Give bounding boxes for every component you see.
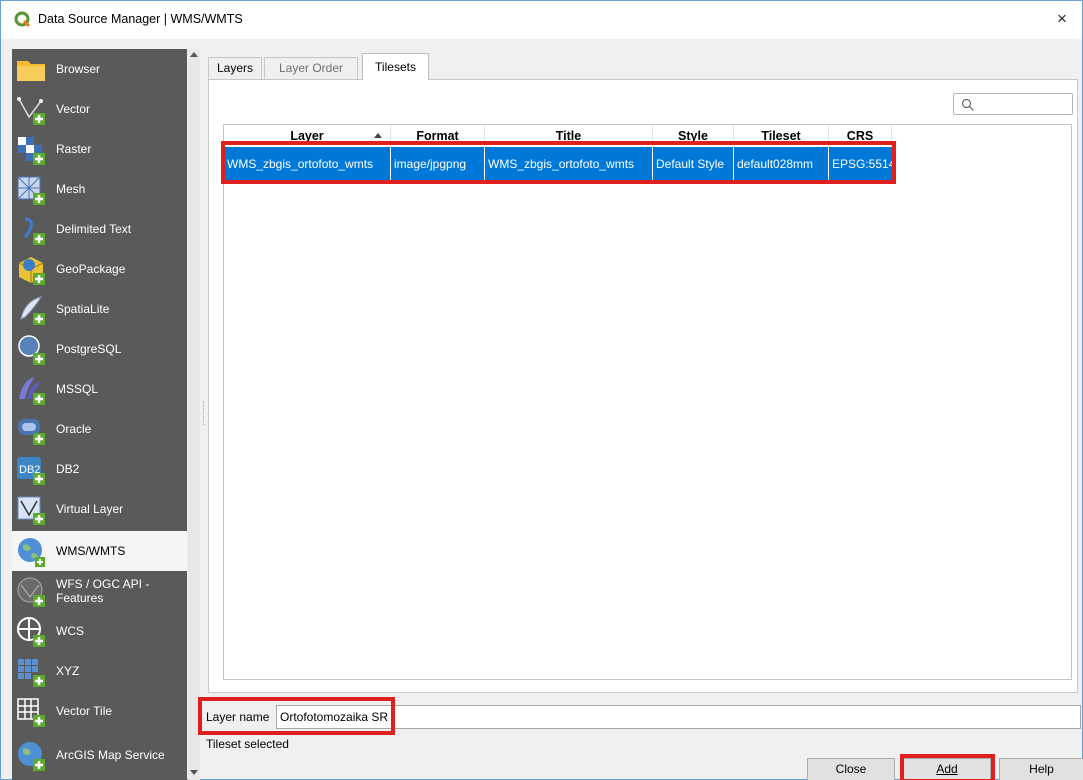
sidebar-item-label: Vector Tile: [56, 704, 113, 718]
sidebar-item-xyz[interactable]: XYZ: [12, 651, 187, 691]
mssql-icon: [15, 373, 47, 405]
cell-tileset: default028mm: [734, 147, 829, 181]
xyz-grid-icon: [15, 655, 47, 687]
wcs-globe-icon: [15, 615, 47, 647]
sidebar-item-label: Mesh: [56, 182, 86, 196]
add-button-label: Add: [936, 762, 958, 776]
sidebar-item-label: Delimited Text: [56, 222, 132, 236]
sidebar-item-label: PostgreSQL: [56, 342, 122, 356]
cell-layer: WMS_zbgis_ortofoto_wmts: [224, 147, 391, 181]
qgis-logo-icon: [14, 11, 31, 28]
sidebar-scrollbar[interactable]: [188, 49, 200, 780]
data-source-manager-window: Data Source Manager | WMS/WMTS × Browser…: [0, 0, 1083, 780]
wms-globe-icon: [15, 535, 47, 567]
sidebar-item-spatialite[interactable]: SpatiaLite: [12, 289, 187, 329]
geopackage-icon: [15, 253, 47, 285]
sidebar-item-label: WMS/WMTS: [56, 544, 126, 558]
cell-format: image/jpgpng: [391, 147, 485, 181]
raster-icon: [15, 133, 47, 165]
sidebar-item-label: Raster: [56, 142, 92, 156]
sidebar-item-wms-wmts[interactable]: WMS/WMTS: [12, 531, 187, 571]
cell-style: Default Style: [653, 147, 734, 181]
sidebar-item-vector[interactable]: Vector: [12, 89, 187, 129]
sidebar-item-arcgis[interactable]: ArcGIS Map Service: [12, 735, 187, 775]
close-button[interactable]: Close: [807, 758, 895, 780]
sidebar-item-label: WCS: [56, 624, 84, 638]
sidebar-item-delimited-text[interactable]: Delimited Text: [12, 209, 187, 249]
column-header-style[interactable]: Style: [653, 125, 734, 147]
window-title: Data Source Manager | WMS/WMTS: [38, 12, 243, 26]
table-header: Layer Format Title Style Tileset CRS: [224, 125, 1071, 147]
add-button[interactable]: Add: [903, 758, 991, 780]
sidebar-item-browser[interactable]: Browser: [12, 49, 187, 89]
sidebar-item-label: DB2: [56, 462, 80, 476]
cell-title: WMS_zbgis_ortofoto_wmts: [485, 147, 653, 181]
sidebar-item-oracle[interactable]: Oracle: [12, 409, 187, 449]
help-button[interactable]: Help: [999, 758, 1083, 780]
tilesets-table[interactable]: Layer Format Title Style Tileset CRS WMS…: [223, 124, 1072, 680]
table-row-selected[interactable]: WMS_zbgis_ortofoto_wmts image/jpgpng WMS…: [224, 147, 892, 181]
vector-tile-grid-icon: [15, 695, 47, 727]
vector-icon: [15, 93, 47, 125]
sidebar-item-label: Virtual Layer: [56, 502, 124, 516]
scroll-down-arrow-icon[interactable]: [190, 770, 198, 775]
mesh-icon: [15, 173, 47, 205]
column-header-layer[interactable]: Layer: [224, 125, 391, 147]
tilesets-panel: Layer Format Title Style Tileset CRS WMS…: [208, 79, 1078, 693]
sidebar-item-label: Oracle: [56, 422, 92, 436]
sidebar-item-label: Browser: [56, 62, 101, 76]
sidebar-item-label: SpatiaLite: [56, 302, 110, 316]
spatialite-icon: [15, 293, 47, 325]
tab-tilesets[interactable]: Tilesets: [362, 53, 429, 80]
wfs-globe-icon: [15, 575, 47, 607]
sidebar-item-label: Vector: [56, 102, 91, 116]
sidebar-item-mesh[interactable]: Mesh: [12, 169, 187, 209]
virtual-layer-icon: [15, 493, 47, 525]
tab-layers[interactable]: Layers: [208, 57, 262, 80]
oracle-icon: [15, 413, 47, 445]
column-header-format[interactable]: Format: [391, 125, 485, 147]
arcgis-globe-icon: [15, 739, 47, 771]
sidebar-item-raster[interactable]: Raster: [12, 129, 187, 169]
sidebar-item-mssql[interactable]: MSSQL: [12, 369, 187, 409]
db2-icon: DB2: [15, 453, 47, 485]
folder-icon: [15, 53, 47, 85]
column-header-tileset[interactable]: Tileset: [734, 125, 829, 147]
provider-sidebar: Browser Vector Raster Mesh Delimited Tex…: [12, 49, 187, 780]
sidebar-item-db2[interactable]: DB2 DB2: [12, 449, 187, 489]
sidebar-item-label: GeoPackage: [56, 262, 126, 276]
search-input[interactable]: [953, 93, 1073, 115]
sidebar-item-geopackage[interactable]: GeoPackage: [12, 249, 187, 289]
sidebar-item-label: XYZ: [56, 664, 80, 678]
sort-ascending-icon: [374, 133, 382, 138]
sidebar-item-virtual-layer[interactable]: Virtual Layer: [12, 489, 187, 529]
search-icon: [961, 98, 974, 111]
column-header-title[interactable]: Title: [485, 125, 653, 147]
sidebar-item-label: WFS / OGC API -: [56, 577, 150, 591]
layer-name-field[interactable]: [276, 705, 1081, 729]
close-window-button[interactable]: ×: [1048, 7, 1076, 33]
postgresql-icon: [15, 333, 47, 365]
sidebar-item-label-line2: Features: [56, 591, 104, 605]
sidebar-item-label: MSSQL: [56, 382, 99, 396]
cell-crs: EPSG:5514: [832, 157, 892, 171]
tab-layer-order[interactable]: Layer Order: [264, 57, 358, 80]
status-text: Tileset selected: [206, 737, 289, 751]
sidebar-item-vector-tile[interactable]: Vector Tile: [12, 691, 187, 731]
sidebar-item-postgresql[interactable]: PostgreSQL: [12, 329, 187, 369]
sidebar-item-label: ArcGIS Map Service: [56, 748, 165, 762]
sidebar-item-wfs[interactable]: WFS / OGC API - Features: [12, 571, 187, 611]
column-header-crs[interactable]: CRS: [829, 125, 892, 147]
title-bar: Data Source Manager | WMS/WMTS ×: [1, 1, 1082, 39]
delimited-text-icon: [15, 213, 47, 245]
splitter-handle[interactable]: [203, 401, 206, 425]
sidebar-item-wcs[interactable]: WCS: [12, 611, 187, 651]
layer-name-label: Layer name: [206, 710, 270, 724]
scroll-up-arrow-icon[interactable]: [190, 52, 198, 57]
